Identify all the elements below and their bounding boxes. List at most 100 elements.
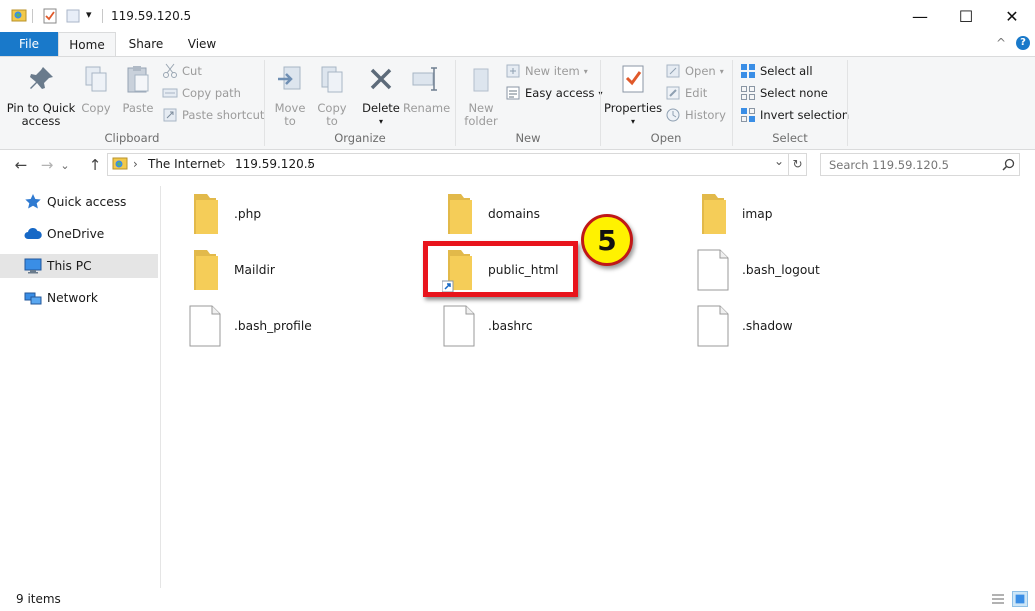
folder-icon [194,194,218,234]
nav-item-label: OneDrive [47,227,105,241]
file-item-bash-logout[interactable]: .bash_logout [690,245,920,295]
invert-selection-button[interactable]: Invert selection [740,105,849,125]
details-view-icon[interactable] [991,592,1005,606]
recent-locations-button[interactable]: ⌄ [58,154,72,176]
window-title: 119.59.120.5 [111,9,192,23]
breadcrumb-chevron-icon[interactable]: › [221,157,226,171]
minimize-button[interactable]: — [897,0,943,32]
file-item-imap[interactable]: imap [690,189,920,239]
maximize-button[interactable]: ☐ [943,0,989,32]
search-icon[interactable] [1002,158,1015,171]
customize-qa-dropdown[interactable]: ▾ [86,8,92,21]
select-all-icon [741,64,755,78]
refresh-button[interactable]: ↻ [788,154,806,175]
cut-button[interactable]: Cut [162,61,264,81]
computer-icon [24,258,42,274]
pin-label-line2: access [21,114,61,128]
edit-icon [666,86,680,100]
status-bar [0,588,1035,611]
select-group-label: Select [772,131,808,145]
nav-item-label: Quick access [47,195,127,209]
file-name: .bash_profile [234,319,312,333]
breadcrumb-chevron-icon[interactable]: › [307,157,312,171]
file-item-bashrc[interactable]: .bashrc [436,301,666,351]
nav-this-pc[interactable]: This PC [0,254,158,278]
close-icon: ✕ [1005,6,1019,26]
titlebar-divider [32,9,33,23]
open-small-buttons: Open ▾ Edit History [665,61,726,125]
pin-icon [30,67,53,89]
copy-icon [85,66,107,92]
file-name: Maildir [234,263,275,277]
invert-selection-label: Invert selection [760,108,850,122]
explorer-app-icon[interactable] [11,8,27,24]
forward-button[interactable]: → [36,154,58,176]
file-item-php[interactable]: .php [182,189,412,239]
select-all-button[interactable]: Select all [740,61,849,81]
paste-button[interactable]: Paste [117,63,159,115]
properties-label: Properties [604,101,663,115]
nav-onedrive[interactable]: OneDrive [0,222,158,246]
rename-button[interactable]: Rename [403,63,451,115]
select-none-button[interactable]: Select none [740,83,849,103]
copy-to-button[interactable]: Copy to [312,63,352,128]
easy-access-icon [506,86,520,100]
file-name: imap [742,207,773,221]
copy-button[interactable]: Copy [76,63,116,115]
ribbon-group-divider [847,60,848,146]
tab-file[interactable]: File [0,32,58,56]
file-item-shadow[interactable]: .shadow [690,301,920,351]
delete-button[interactable]: Delete ▾ [361,63,401,128]
nav-quick-access[interactable]: Quick access [0,190,158,214]
back-button[interactable]: ← [10,154,32,176]
nav-item-label: Network [47,291,98,305]
tab-home[interactable]: Home [58,32,116,56]
file-item-bash-profile[interactable]: .bash_profile [182,301,412,351]
copy-path-button[interactable]: Copy path [162,83,264,103]
open-label: Open [685,64,716,78]
new-folder-qa-icon[interactable] [65,8,81,24]
organize-group-label: Organize [334,131,386,145]
tab-share[interactable]: Share [120,32,172,56]
file-name: domains [488,207,540,221]
edit-button[interactable]: Edit [665,83,726,103]
pin-to-quick-access-button[interactable]: Pin to Quick access [6,63,76,128]
properties-check-icon[interactable] [42,8,58,24]
highlight-box [423,241,578,297]
move-to-button[interactable]: Move to [270,63,310,128]
new-item-button[interactable]: New item ▾ [505,61,603,81]
file-item-maildir[interactable]: Maildir [182,245,412,295]
paste-shortcut-button[interactable]: Paste shortcut [162,105,264,125]
breadcrumb-host[interactable]: 119.59.120.5 [235,157,315,171]
open-dropdown-icon: ▾ [719,66,724,76]
large-icons-view-icon[interactable] [1012,591,1028,607]
new-item-label: New item [525,64,580,78]
delete-label: Delete [362,101,400,115]
document-icon [697,249,729,291]
rename-icon [412,67,437,91]
history-label: History [685,108,726,122]
invert-selection-icon [741,108,755,122]
breadcrumb-chevron-icon[interactable]: › [133,157,138,171]
paste-label: Paste [122,101,154,115]
address-dropdown-icon[interactable]: ⌄ [774,154,784,168]
nav-network[interactable]: Network [0,286,158,310]
help-icon[interactable]: ? [1016,36,1030,50]
new-folder-button[interactable]: New folder [460,63,502,128]
properties-button[interactable]: Properties ▾ [604,63,662,128]
search-input[interactable] [820,153,1020,176]
easy-access-button[interactable]: Easy access▾ [505,83,603,103]
up-button[interactable]: ↑ [84,154,106,176]
breadcrumb-the-internet[interactable]: The Internet [148,157,222,171]
chevron-down-icon: ⌄ [60,158,70,172]
copy-path-label: Copy path [182,86,241,100]
minimize-ribbon-chevron-icon[interactable]: ^ [996,36,1006,50]
close-button[interactable]: ✕ [989,0,1035,32]
paste-shortcut-label: Paste shortcut [182,108,265,122]
file-name: .shadow [742,319,793,333]
rename-label: Rename [403,101,451,115]
file-name: .bash_logout [742,263,820,277]
history-button[interactable]: History [665,105,726,125]
open-button[interactable]: Open ▾ [665,61,726,81]
tab-view[interactable]: View [176,32,228,56]
